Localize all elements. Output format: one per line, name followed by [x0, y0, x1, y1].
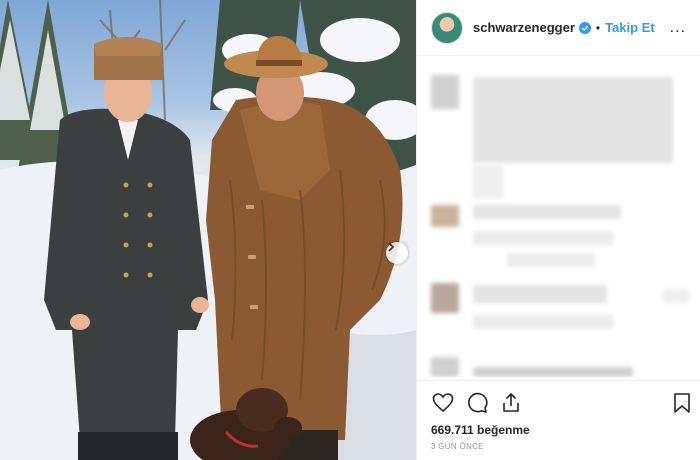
- post-header: schwarzenegger • Takip Et ...: [417, 0, 700, 56]
- username-link[interactable]: schwarzenegger: [473, 20, 575, 35]
- blurred-avatar: [431, 357, 459, 377]
- more-options-icon[interactable]: ...: [670, 19, 686, 37]
- photo-illustration: [0, 0, 416, 460]
- blurred-comment: [473, 77, 673, 163]
- blurred-comment: [473, 205, 621, 219]
- blurred-avatar: [431, 205, 459, 227]
- blurred-comment: [507, 253, 595, 267]
- post-timestamp: 3 GÜN ÖNCE: [431, 442, 484, 451]
- comment-icon[interactable]: [465, 391, 489, 415]
- likes-count[interactable]: 669.711 beğenme: [431, 423, 530, 437]
- blurred-avatar: [431, 283, 459, 313]
- bookmark-icon[interactable]: [671, 391, 693, 415]
- post-photo[interactable]: [0, 0, 416, 460]
- blurred-comment: [473, 315, 613, 329]
- avatar[interactable]: [431, 11, 463, 44]
- blurred-comment: [473, 231, 613, 245]
- header-separator: •: [595, 20, 601, 35]
- next-photo-button[interactable]: [386, 242, 408, 264]
- blurred-comment: [473, 285, 607, 303]
- share-icon[interactable]: [499, 391, 523, 415]
- verified-badge-icon: [578, 21, 591, 34]
- post-sidebar: schwarzenegger • Takip Et ... 669.711 be…: [416, 0, 700, 460]
- chevron-right-icon: [388, 242, 395, 252]
- blurred-comment: [473, 165, 503, 199]
- comments-list: [417, 57, 700, 377]
- follow-button[interactable]: Takip Et: [605, 20, 655, 35]
- blurred-comment: [663, 289, 689, 303]
- heart-icon[interactable]: [431, 391, 455, 415]
- blurred-comment: [473, 367, 633, 377]
- post-actions: 669.711 beğenme 3 GÜN ÖNCE: [417, 380, 700, 460]
- blurred-avatar: [431, 75, 459, 109]
